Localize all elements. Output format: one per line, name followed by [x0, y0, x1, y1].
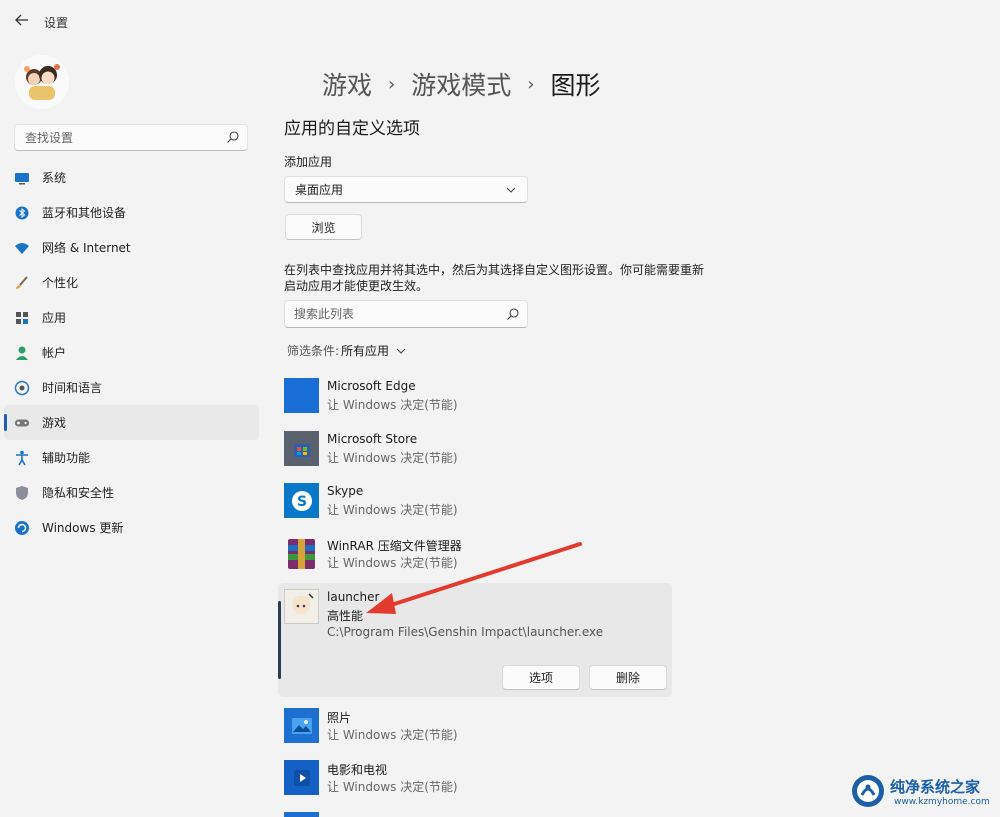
sidebar-nav: 系统 蓝牙和其他设备 网络 & Internet 个性化 应用 帐户 时间和语言…	[0, 160, 262, 545]
sidebar-item-privacy[interactable]: 隐私和安全性	[4, 475, 259, 510]
app-type-dropdown[interactable]: 桌面应用	[284, 176, 528, 203]
app-icon	[284, 812, 319, 817]
monitor-icon	[14, 170, 30, 186]
sidebar-item-accessibility[interactable]: 辅助功能	[4, 440, 259, 475]
title-bar: 设置	[0, 0, 1000, 42]
sidebar-item-windows-update[interactable]: Windows 更新	[4, 510, 259, 545]
wifi-icon	[14, 240, 30, 256]
chevron-down-icon	[396, 348, 406, 354]
launcher-name: launcher	[327, 590, 380, 604]
back-button[interactable]	[12, 10, 32, 30]
app-list-item[interactable]: 照片 让 Windows 决定(节能)	[284, 708, 672, 760]
globe-clock-icon	[14, 380, 30, 396]
breadcrumb-chevron-icon: ›	[388, 73, 396, 95]
settings-search[interactable]	[14, 124, 248, 151]
launcher-path: C:\Program Files\Genshin Impact\launcher…	[327, 625, 604, 639]
add-app-label: 添加应用	[284, 155, 333, 169]
section-title: 应用的自定义选项	[284, 119, 420, 139]
settings-search-input[interactable]	[15, 125, 215, 150]
apps-icon	[14, 310, 30, 326]
accessibility-icon	[14, 450, 30, 466]
launcher-app-icon	[284, 589, 319, 624]
watermark-logo-icon	[852, 775, 884, 807]
watermark-name: 纯净系统之家	[890, 778, 981, 796]
watermark-url: www.kzmyhome.com	[894, 797, 990, 807]
movies-tv-app-icon	[284, 760, 319, 795]
sidebar-item-apps[interactable]: 应用	[4, 300, 259, 335]
browse-button[interactable]: 浏览	[285, 214, 362, 240]
app-list-item-partial	[284, 812, 672, 817]
app-list-item[interactable]: 电影和电视 让 Windows 决定(节能)	[284, 760, 672, 812]
instructions-text: 在列表中查找应用并将其选中，然后为其选择自定义图形设置。你可能需要重新启动应用才…	[284, 263, 705, 293]
filter-label: 筛选条件:	[287, 344, 340, 358]
filter-value: 所有应用	[341, 344, 390, 358]
avatar[interactable]	[15, 55, 69, 109]
breadcrumb-chevron-icon: ›	[527, 73, 535, 95]
brush-icon	[14, 275, 30, 291]
search-icon[interactable]	[506, 307, 520, 321]
sidebar-item-accounts[interactable]: 帐户	[4, 335, 259, 370]
app-list-item[interactable]: Microsoft Edge 让 Windows 决定(节能)	[284, 378, 672, 430]
options-button[interactable]: 选项	[502, 665, 580, 690]
breadcrumb: 游戏 › 游戏模式 › 图形	[322, 66, 600, 102]
chevron-down-icon	[506, 187, 516, 193]
back-arrow-icon	[15, 14, 28, 26]
delete-button[interactable]: 删除	[589, 665, 667, 690]
photos-app-icon	[284, 708, 319, 743]
breadcrumb-game-mode[interactable]: 游戏模式	[411, 66, 511, 102]
filter-dropdown[interactable]: 筛选条件: 所有应用	[287, 342, 407, 359]
app-list-item[interactable]: WinRAR 压缩文件管理器 让 Windows 决定(节能)	[284, 536, 672, 588]
skype-app-icon: S	[284, 483, 319, 518]
sidebar-item-personalization[interactable]: 个性化	[4, 265, 259, 300]
sidebar-item-network[interactable]: 网络 & Internet	[4, 230, 259, 265]
shield-icon	[14, 485, 30, 501]
sidebar-item-bluetooth[interactable]: 蓝牙和其他设备	[4, 195, 259, 230]
sidebar-item-gaming[interactable]: 游戏	[4, 405, 259, 440]
search-icon[interactable]	[226, 130, 240, 144]
breadcrumb-gaming[interactable]: 游戏	[322, 66, 372, 102]
edge-app-icon	[284, 378, 319, 413]
avatar-image	[15, 55, 69, 109]
watermark: 纯净系统之家 www.kzmyhome.com	[850, 773, 996, 813]
store-app-icon	[284, 431, 319, 466]
app-list-search[interactable]	[284, 300, 528, 328]
selection-indicator	[278, 601, 281, 679]
dropdown-value: 桌面应用	[295, 183, 344, 197]
expanded-app-item[interactable]: launcher 高性能 C:\Program Files\Genshin Im…	[278, 583, 672, 697]
app-list-search-input[interactable]	[285, 301, 495, 327]
person-icon	[14, 345, 30, 361]
winrar-app-icon	[284, 536, 319, 571]
app-list-item[interactable]: Microsoft Store 让 Windows 决定(节能)	[284, 431, 672, 483]
launcher-status: 高性能	[327, 609, 364, 623]
gamepad-icon	[14, 415, 30, 431]
breadcrumb-graphics: 图形	[550, 71, 601, 100]
sidebar-item-system[interactable]: 系统	[4, 160, 259, 195]
app-title: 设置	[44, 16, 69, 30]
update-icon	[14, 520, 30, 536]
bluetooth-icon	[14, 205, 30, 221]
app-list-item[interactable]: S Skype 让 Windows 决定(节能)	[284, 483, 672, 535]
sidebar-item-time-language[interactable]: 时间和语言	[4, 370, 259, 405]
svg-text:S: S	[296, 494, 306, 510]
